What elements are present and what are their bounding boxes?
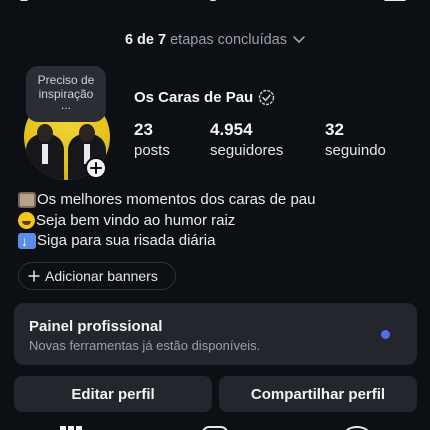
note-bubble-text: Preciso de inspiração [37,73,95,101]
chevron-down-icon [293,36,305,43]
avatar-figure-head [79,124,95,142]
bio-line: Os melhores momentos dos caras de pau [18,190,315,211]
stat-following-label: seguindo [325,142,386,159]
add-banners-button[interactable]: Adicionar banners [18,262,176,290]
top-bar-fragment [210,0,216,1]
edit-profile-label: Editar perfil [71,385,155,403]
bio-line: Siga para sua risada diária [18,231,315,252]
bio-line-text: Os melhores momentos dos caras de pau [37,191,316,208]
laughing-emoji-icon [18,212,35,230]
add-banners-label: Adicionar banners [45,268,158,284]
top-bar [0,0,430,8]
content-tabs [0,424,430,430]
notification-dot [381,330,390,339]
bio-line-text: Seja bem vindo ao humor raiz [36,211,236,229]
professional-panel-title: Painel profissional [29,318,163,335]
stat-posts-value: 23 [134,120,153,139]
verified-badge-icon[interactable] [258,89,275,106]
tagged-tab-icon[interactable] [344,426,370,430]
profile-screen: 6 de 7 etapas concluídas Preciso de insp… [0,0,430,430]
profile-bio: Os melhores momentos dos caras de pau Se… [18,190,315,252]
add-story-button[interactable] [85,157,107,179]
professional-panel[interactable]: Painel profissional Novas ferramentas já… [14,303,417,365]
bio-line-text: Siga para sua risada diária [37,232,216,249]
stat-following-value: 32 [325,120,344,139]
profile-stats: 23 posts 4.954 seguidores 32 seguindo [134,120,414,162]
edit-profile-button[interactable]: Editar perfil [14,376,212,412]
top-bar-fragment [20,0,28,1]
bio-line: Seja bem vindo ao humor raiz [18,211,315,232]
down-arrow-emoji-icon [18,231,36,252]
stat-followers-label: seguidores [210,142,284,159]
onboarding-progress-label: etapas concluídas [170,32,287,48]
share-profile-button[interactable]: Compartilhar perfil [219,376,417,412]
stat-posts[interactable]: 23 posts [134,120,170,162]
professional-panel-subtitle: Novas ferramentas já estão disponíveis. [29,338,261,353]
tv-emoji-icon [18,192,36,209]
note-bubble-ellipsis: ... [60,98,71,112]
onboarding-progress-count: 6 de 7 [124,32,167,48]
share-profile-label: Compartilhar perfil [250,385,386,403]
reels-tab-icon[interactable] [202,426,228,430]
plus-icon [90,162,102,174]
grid-tab-icon[interactable] [60,426,82,430]
plus-icon [28,270,40,282]
note-bubble[interactable]: Preciso de inspiração ... [26,66,106,122]
stat-posts-label: posts [134,142,170,159]
onboarding-progress[interactable]: 6 de 7 etapas concluídas [0,32,430,48]
avatar-area[interactable]: Preciso de inspiração ... [24,66,112,182]
profile-name-row: Os Caras de Pau [134,89,275,106]
stat-followers[interactable]: 4.954 seguidores [210,120,283,162]
avatar-figure-shirt [42,144,48,164]
stat-following[interactable]: 32 seguindo [325,120,386,162]
avatar-figure-head [37,124,53,142]
profile-display-name: Os Caras de Pau [134,89,254,106]
menu-icon[interactable] [384,0,406,1]
stat-followers-value: 4.954 [210,120,253,139]
